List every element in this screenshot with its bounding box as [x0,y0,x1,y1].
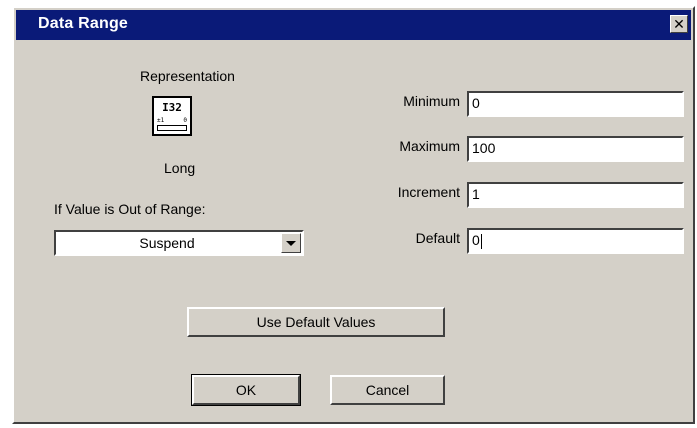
representation-type-label: Long [164,160,196,176]
maximum-field[interactable]: 100 [467,136,684,162]
minimum-field[interactable]: 0 [467,91,684,117]
close-button[interactable]: ✕ [670,15,688,33]
default-field[interactable]: 0 [467,228,684,254]
close-icon: ✕ [673,16,685,32]
representation-icon[interactable]: I32 ±1 0 [152,96,192,136]
default-label: Default [415,230,460,246]
increment-label: Increment [397,184,460,200]
minimum-label: Minimum [403,93,460,109]
out-of-range-label: If Value is Out of Range: [54,201,206,217]
chevron-down-icon[interactable] [281,233,301,253]
data-range-dialog: Data Range ✕ Representation I32 ±1 0 Lon… [12,6,695,424]
representation-label: Representation [140,68,235,84]
title-bar[interactable]: Data Range ✕ [16,10,691,40]
increment-value: 1 [472,186,480,202]
default-value: 0 [472,232,480,248]
out-of-range-value: Suspend [139,235,195,251]
ok-button[interactable]: OK [191,374,301,406]
cancel-button[interactable]: Cancel [330,375,445,405]
representation-icon-text: I32 [162,101,182,114]
increment-field[interactable]: 1 [467,182,684,208]
representation-icon-bar [157,125,187,131]
maximum-value: 100 [472,140,496,156]
out-of-range-select[interactable]: Suspend [54,230,304,256]
representation-icon-right-mark: 0 [183,117,187,124]
dialog-title: Data Range [38,15,129,32]
minimum-value: 0 [472,95,480,111]
maximum-label: Maximum [399,138,460,154]
use-default-values-button[interactable]: Use Default Values [187,307,445,337]
representation-icon-left-mark: ±1 [157,117,165,124]
text-caret [480,233,482,249]
